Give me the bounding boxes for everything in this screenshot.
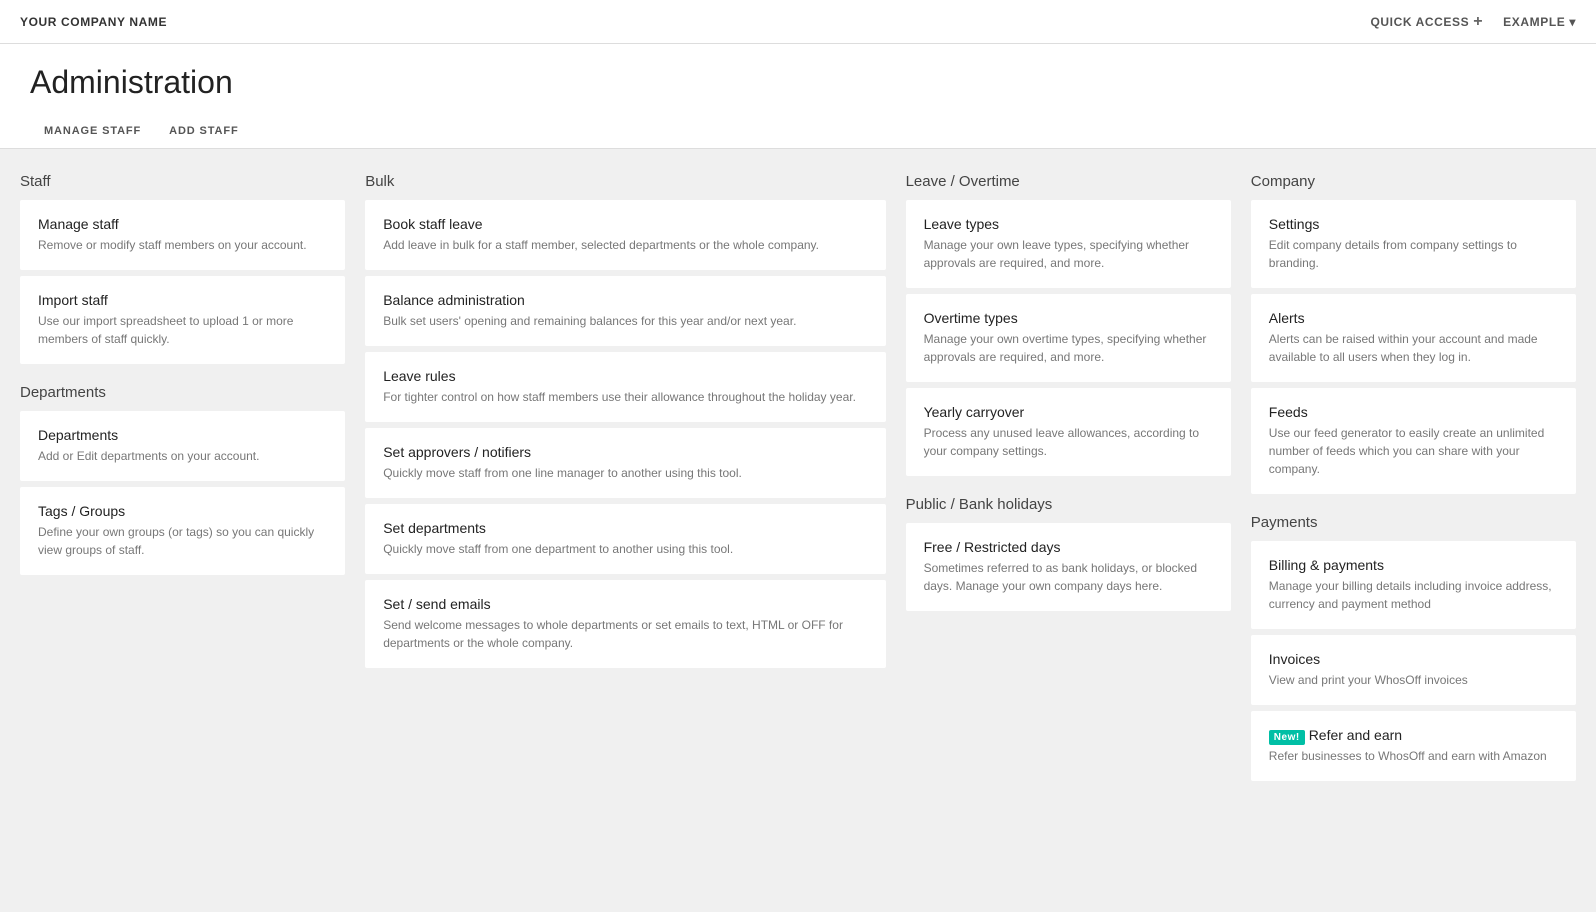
top-nav-right: QUICK ACCESS + EXAMPLE ▾ [1370, 13, 1576, 31]
chevron-down-icon: ▾ [1569, 15, 1576, 29]
refer-earn-title: Refer and earn [1309, 727, 1402, 743]
public-holidays-section: Public / Bank holidays Free / Restricted… [906, 496, 1231, 617]
import-staff-desc: Use our import spreadsheet to upload 1 o… [38, 312, 327, 348]
payments-section-title: Payments [1251, 514, 1576, 531]
refer-earn-title-row: New! Refer and earn [1269, 727, 1558, 747]
leave-rules-title: Leave rules [383, 368, 867, 384]
page-header: Administration MANAGE STAFF ADD STAFF [0, 44, 1596, 149]
alerts-desc: Alerts can be raised within your account… [1269, 330, 1558, 366]
yearly-carryover-desc: Process any unused leave allowances, acc… [924, 424, 1213, 460]
departments-card[interactable]: Departments Add or Edit departments on y… [20, 411, 345, 481]
quick-access-button[interactable]: QUICK ACCESS + [1370, 13, 1483, 31]
set-approvers-desc: Quickly move staff from one line manager… [383, 464, 867, 482]
set-send-emails-title: Set / send emails [383, 596, 867, 612]
tags-groups-card[interactable]: Tags / Groups Define your own groups (or… [20, 487, 345, 575]
overtime-types-desc: Manage your own overtime types, specifyi… [924, 330, 1213, 366]
overtime-types-card[interactable]: Overtime types Manage your own overtime … [906, 294, 1231, 382]
overtime-types-title: Overtime types [924, 310, 1213, 326]
departments-title: Departments [38, 427, 327, 443]
new-badge: New! [1269, 730, 1305, 745]
feeds-desc: Use our feed generator to easily create … [1269, 424, 1558, 478]
set-send-emails-card[interactable]: Set / send emails Send welcome messages … [365, 580, 885, 668]
set-approvers-title: Set approvers / notifiers [383, 444, 867, 460]
tab-add-staff[interactable]: ADD STAFF [155, 115, 252, 149]
manage-staff-card[interactable]: Manage staff Remove or modify staff memb… [20, 200, 345, 270]
leave-rules-desc: For tighter control on how staff members… [383, 388, 867, 406]
manage-staff-title: Manage staff [38, 216, 327, 232]
leave-types-card[interactable]: Leave types Manage your own leave types,… [906, 200, 1231, 288]
book-staff-leave-desc: Add leave in bulk for a staff member, se… [383, 236, 867, 254]
company-column: Company Settings Edit company details fr… [1251, 173, 1576, 801]
free-restricted-days-desc: Sometimes referred to as bank holidays, … [924, 559, 1213, 595]
feeds-card[interactable]: Feeds Use our feed generator to easily c… [1251, 388, 1576, 494]
example-label: EXAMPLE [1503, 15, 1565, 29]
alerts-card[interactable]: Alerts Alerts can be raised within your … [1251, 294, 1576, 382]
leave-rules-card[interactable]: Leave rules For tighter control on how s… [365, 352, 885, 422]
public-holidays-section-title: Public / Bank holidays [906, 496, 1231, 513]
feeds-title: Feeds [1269, 404, 1558, 420]
page-title: Administration [30, 64, 1566, 101]
staff-column: Staff Manage staff Remove or modify staf… [20, 173, 345, 595]
quick-access-label: QUICK ACCESS [1370, 15, 1469, 29]
set-departments-card[interactable]: Set departments Quickly move staff from … [365, 504, 885, 574]
manage-staff-desc: Remove or modify staff members on your a… [38, 236, 327, 254]
set-departments-title: Set departments [383, 520, 867, 536]
billing-payments-title: Billing & payments [1269, 557, 1558, 573]
tags-groups-desc: Define your own groups (or tags) so you … [38, 523, 327, 559]
leave-types-title: Leave types [924, 216, 1213, 232]
balance-admin-desc: Bulk set users' opening and remaining ba… [383, 312, 867, 330]
settings-card[interactable]: Settings Edit company details from compa… [1251, 200, 1576, 288]
yearly-carryover-card[interactable]: Yearly carryover Process any unused leav… [906, 388, 1231, 476]
set-approvers-card[interactable]: Set approvers / notifiers Quickly move s… [365, 428, 885, 498]
billing-payments-card[interactable]: Billing & payments Manage your billing d… [1251, 541, 1576, 629]
bulk-section-title: Bulk [365, 173, 885, 190]
company-name: YOUR COMPANY NAME [20, 15, 167, 29]
staff-section: Staff Manage staff Remove or modify staf… [20, 173, 345, 370]
book-staff-leave-title: Book staff leave [383, 216, 867, 232]
balance-admin-card[interactable]: Balance administration Bulk set users' o… [365, 276, 885, 346]
billing-payments-desc: Manage your billing details including in… [1269, 577, 1558, 613]
import-staff-title: Import staff [38, 292, 327, 308]
payments-section: Payments Billing & payments Manage your … [1251, 514, 1576, 787]
company-section: Company Settings Edit company details fr… [1251, 173, 1576, 500]
departments-section-title: Departments [20, 384, 345, 401]
plus-icon: + [1473, 13, 1483, 31]
bulk-column: Bulk Book staff leave Add leave in bulk … [365, 173, 885, 688]
top-nav: YOUR COMPANY NAME QUICK ACCESS + EXAMPLE… [0, 0, 1596, 44]
departments-section: Departments Departments Add or Edit depa… [20, 384, 345, 581]
tags-groups-title: Tags / Groups [38, 503, 327, 519]
leave-overtime-section: Leave / Overtime Leave types Manage your… [906, 173, 1231, 482]
invoices-desc: View and print your WhosOff invoices [1269, 671, 1558, 689]
tab-manage-staff[interactable]: MANAGE STAFF [30, 115, 155, 149]
settings-title: Settings [1269, 216, 1558, 232]
free-restricted-days-title: Free / Restricted days [924, 539, 1213, 555]
leave-types-desc: Manage your own leave types, specifying … [924, 236, 1213, 272]
example-menu-button[interactable]: EXAMPLE ▾ [1503, 15, 1576, 29]
settings-desc: Edit company details from company settin… [1269, 236, 1558, 272]
departments-desc: Add or Edit departments on your account. [38, 447, 327, 465]
invoices-title: Invoices [1269, 651, 1558, 667]
main-content: Staff Manage staff Remove or modify staf… [0, 149, 1596, 825]
book-staff-leave-card[interactable]: Book staff leave Add leave in bulk for a… [365, 200, 885, 270]
yearly-carryover-title: Yearly carryover [924, 404, 1213, 420]
set-departments-desc: Quickly move staff from one department t… [383, 540, 867, 558]
import-staff-card[interactable]: Import staff Use our import spreadsheet … [20, 276, 345, 364]
alerts-title: Alerts [1269, 310, 1558, 326]
leave-overtime-column: Leave / Overtime Leave types Manage your… [906, 173, 1231, 631]
invoices-card[interactable]: Invoices View and print your WhosOff inv… [1251, 635, 1576, 705]
refer-earn-desc: Refer businesses to WhosOff and earn wit… [1269, 747, 1558, 765]
refer-earn-card[interactable]: New! Refer and earn Refer businesses to … [1251, 711, 1576, 781]
leave-overtime-section-title: Leave / Overtime [906, 173, 1231, 190]
staff-section-title: Staff [20, 173, 345, 190]
page-tabs: MANAGE STAFF ADD STAFF [30, 115, 1566, 148]
set-send-emails-desc: Send welcome messages to whole departmen… [383, 616, 867, 652]
free-restricted-days-card[interactable]: Free / Restricted days Sometimes referre… [906, 523, 1231, 611]
bulk-section: Bulk Book staff leave Add leave in bulk … [365, 173, 885, 674]
company-section-title: Company [1251, 173, 1576, 190]
balance-admin-title: Balance administration [383, 292, 867, 308]
